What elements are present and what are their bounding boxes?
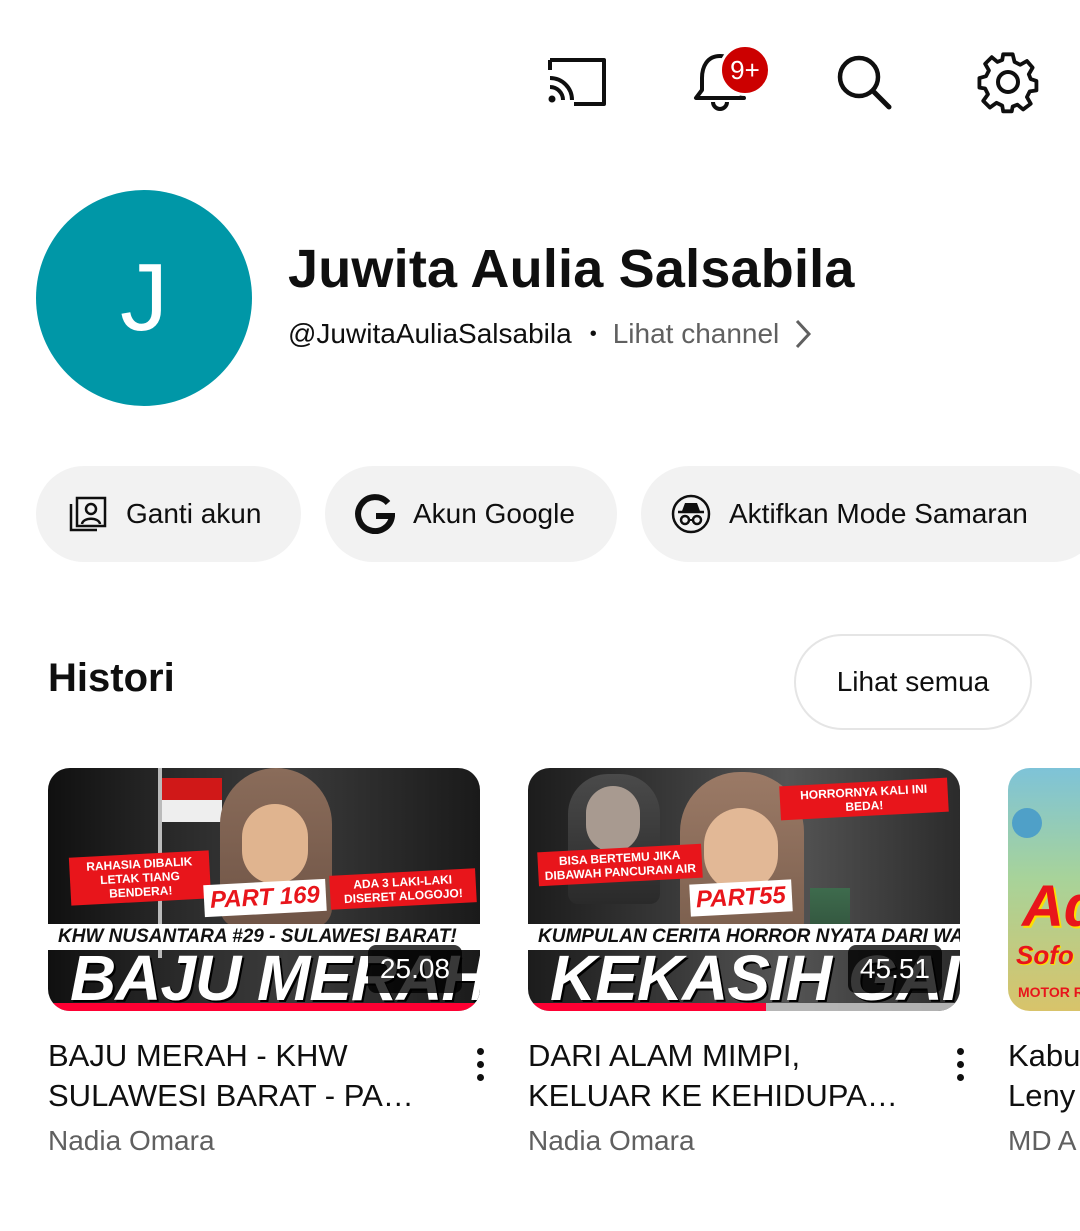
google-account-label: Akun Google [413, 498, 575, 529]
see-all-button[interactable]: Lihat semua [794, 634, 1032, 730]
thumb-bottom-text: MOTOR R [1018, 984, 1080, 1000]
video-channel: Nadia Omara [528, 1125, 695, 1156]
video-title-line: Kabu [1008, 1038, 1080, 1073]
thumb-part-label: PART 169 [203, 878, 327, 918]
video-thumbnail[interactable]: BISA BERTEMU JIKA DIBAWAH PANCURAN AIR H… [528, 768, 960, 1011]
avatar-letter: J [120, 244, 168, 351]
video-thumbnail[interactable]: RAHASIA DIBALIK LETAK TIANG BENDERA! ADA… [48, 768, 480, 1011]
watch-progress-fill [48, 1003, 480, 1011]
thumb-banner-right: ADA 3 LAKI-LAKI DISERET ALOGOJO! [329, 868, 477, 910]
video-card[interactable]: RAHASIA DIBALIK LETAK TIANG BENDERA! ADA… [48, 768, 484, 1156]
video-card[interactable]: BISA BERTEMU JIKA DIBAWAH PANCURAN AIR H… [528, 768, 964, 1156]
search-icon[interactable] [830, 48, 898, 116]
watch-progress-fill [528, 1003, 766, 1011]
video-title-line: SULAWESI BARAT - PAR... [48, 1078, 428, 1113]
account-name: Juwita Aulia Salsabila [288, 239, 855, 299]
separator-dot: • [589, 322, 597, 345]
thumb-shape [1012, 808, 1042, 838]
person-face [704, 808, 778, 892]
switch-account-chip[interactable]: Ganti akun [36, 466, 301, 562]
video-title[interactable]: Kabu Leny [1008, 1036, 1080, 1116]
google-account-chip[interactable]: Akun Google [325, 466, 617, 562]
thumb-part-label: PART55 [689, 879, 793, 917]
video-duration: 45.51 [847, 945, 942, 993]
more-options-icon[interactable] [470, 1044, 490, 1084]
video-thumbnail[interactable]: Ad Sofo MOTOR R [1008, 768, 1080, 1011]
thumb-banner-right: HORRORNYA KALI INI BEDA! [779, 777, 949, 821]
video-channel: MD A [1008, 1125, 1077, 1156]
notification-badge: 9+ [719, 44, 771, 96]
thumb-big-text: Ad [1022, 874, 1080, 939]
video-title-line: KELUAR KE KEHIDUPAN ... [528, 1078, 908, 1113]
google-icon [355, 494, 395, 534]
cast-icon[interactable] [542, 48, 610, 116]
incognito-icon [671, 494, 711, 534]
watch-progress [48, 1003, 480, 1011]
view-channel-label[interactable]: Lihat channel [613, 318, 780, 350]
switch-account-icon [68, 494, 108, 534]
video-card[interactable]: Ad Sofo MOTOR R Kabu Leny MD A [1008, 768, 1080, 1188]
flag-white [162, 800, 222, 822]
video-channel: Nadia Omara [48, 1125, 215, 1156]
avatar[interactable]: J [36, 190, 252, 406]
thumb-sub-text: Sofo [1016, 940, 1074, 970]
person-face [242, 804, 308, 884]
switch-account-label: Ganti akun [126, 498, 262, 529]
video-title-line: DARI ALAM MIMPI, [528, 1038, 801, 1073]
video-title-line: BAJU MERAH - KHW [48, 1038, 348, 1073]
incognito-label: Aktifkan Mode Samaran [729, 498, 1028, 529]
thumb-banner-left: RAHASIA DIBALIK LETAK TIANG BENDERA! [68, 850, 212, 906]
video-title[interactable]: BAJU MERAH - KHW SULAWESI BARAT - PAR... [48, 1036, 428, 1116]
video-title[interactable]: DARI ALAM MIMPI, KELUAR KE KEHIDUPAN ... [528, 1036, 908, 1116]
flag-red [162, 778, 222, 800]
incognito-chip[interactable]: Aktifkan Mode Samaran [641, 466, 1080, 562]
account-handle: @JuwitaAuliaSalsabila [288, 318, 572, 349]
settings-icon[interactable] [974, 48, 1042, 116]
video-title-line: Leny [1008, 1078, 1076, 1113]
watch-progress [528, 1003, 960, 1011]
channel-link[interactable]: @JuwitaAuliaSalsabila • Lihat channel [288, 314, 813, 354]
man-face [586, 786, 640, 852]
thumb-banner-left: BISA BERTEMU JIKA DIBAWAH PANCURAN AIR [537, 843, 703, 887]
video-duration: 25.08 [367, 945, 462, 993]
more-options-icon[interactable] [950, 1044, 970, 1084]
history-title: Histori [48, 656, 175, 700]
chevron-right-icon [796, 319, 812, 349]
